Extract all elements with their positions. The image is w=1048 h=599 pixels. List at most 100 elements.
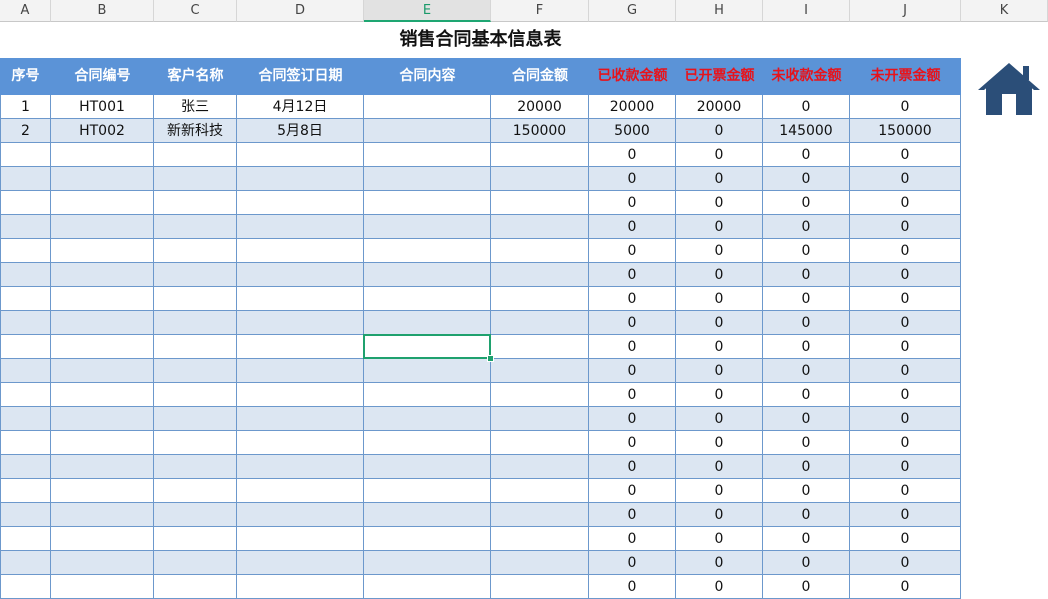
table-cell[interactable]: 0 bbox=[763, 407, 850, 431]
table-cell[interactable]: 0 bbox=[850, 215, 961, 239]
fill-handle[interactable] bbox=[487, 355, 494, 362]
table-cell[interactable]: 2 bbox=[0, 119, 51, 143]
table-cell[interactable]: 0 bbox=[850, 263, 961, 287]
table-cell[interactable] bbox=[0, 479, 51, 503]
table-cell[interactable] bbox=[51, 431, 154, 455]
table-cell[interactable]: 0 bbox=[763, 263, 850, 287]
table-cell[interactable] bbox=[51, 167, 154, 191]
table-cell[interactable] bbox=[237, 551, 364, 575]
table-cell[interactable]: 0 bbox=[850, 167, 961, 191]
header-cell[interactable]: 序号 bbox=[0, 58, 51, 95]
table-cell[interactable] bbox=[51, 383, 154, 407]
sheet-title[interactable]: 销售合同基本信息表 bbox=[0, 22, 961, 58]
table-cell[interactable] bbox=[154, 455, 237, 479]
table-cell[interactable] bbox=[51, 527, 154, 551]
table-cell[interactable] bbox=[364, 215, 491, 239]
table-cell[interactable]: 0 bbox=[850, 191, 961, 215]
table-cell[interactable]: 新新科技 bbox=[154, 119, 237, 143]
header-cell[interactable]: 客户名称 bbox=[154, 58, 237, 95]
column-header-a[interactable]: A bbox=[0, 0, 51, 22]
header-cell[interactable]: 合同签订日期 bbox=[237, 58, 364, 95]
table-cell[interactable]: 0 bbox=[589, 143, 676, 167]
table-cell[interactable] bbox=[154, 503, 237, 527]
table-cell[interactable] bbox=[51, 551, 154, 575]
table-cell[interactable]: 0 bbox=[589, 479, 676, 503]
table-cell[interactable] bbox=[51, 215, 154, 239]
header-cell[interactable]: 合同内容 bbox=[364, 58, 491, 95]
table-cell[interactable]: 0 bbox=[850, 311, 961, 335]
table-cell[interactable]: 0 bbox=[850, 359, 961, 383]
table-cell[interactable] bbox=[364, 383, 491, 407]
table-cell[interactable]: 0 bbox=[676, 383, 763, 407]
table-cell[interactable]: 0 bbox=[850, 527, 961, 551]
table-cell[interactable] bbox=[364, 191, 491, 215]
table-cell[interactable]: 0 bbox=[763, 575, 850, 599]
table-cell[interactable] bbox=[364, 95, 491, 119]
column-header-e[interactable]: E bbox=[364, 0, 491, 22]
table-cell[interactable]: 0 bbox=[589, 167, 676, 191]
table-cell[interactable] bbox=[237, 143, 364, 167]
table-cell[interactable] bbox=[154, 167, 237, 191]
table-cell[interactable] bbox=[237, 575, 364, 599]
table-cell[interactable]: 0 bbox=[676, 287, 763, 311]
column-header-d[interactable]: D bbox=[237, 0, 364, 22]
table-cell[interactable]: 0 bbox=[589, 239, 676, 263]
table-cell[interactable]: 0 bbox=[850, 551, 961, 575]
table-cell[interactable] bbox=[364, 167, 491, 191]
table-cell[interactable]: 0 bbox=[676, 143, 763, 167]
table-cell[interactable] bbox=[237, 359, 364, 383]
table-cell[interactable]: 0 bbox=[676, 311, 763, 335]
table-cell[interactable]: 0 bbox=[763, 503, 850, 527]
table-cell[interactable]: 20000 bbox=[589, 95, 676, 119]
header-cell[interactable]: 已开票金额 bbox=[676, 58, 763, 95]
table-cell[interactable] bbox=[237, 239, 364, 263]
table-cell[interactable]: 0 bbox=[676, 359, 763, 383]
table-cell[interactable]: 0 bbox=[589, 383, 676, 407]
table-cell[interactable] bbox=[154, 191, 237, 215]
table-cell[interactable]: 20000 bbox=[676, 95, 763, 119]
header-cell[interactable]: 未收款金额 bbox=[763, 58, 850, 95]
table-cell[interactable] bbox=[51, 287, 154, 311]
table-cell[interactable]: 0 bbox=[850, 335, 961, 359]
header-cell[interactable]: 合同编号 bbox=[51, 58, 154, 95]
table-cell[interactable] bbox=[364, 479, 491, 503]
column-header-j[interactable]: J bbox=[850, 0, 961, 22]
table-cell[interactable]: 1 bbox=[0, 95, 51, 119]
table-cell[interactable]: 0 bbox=[763, 383, 850, 407]
table-cell[interactable]: 0 bbox=[589, 191, 676, 215]
column-header-g[interactable]: G bbox=[589, 0, 676, 22]
table-cell[interactable]: 0 bbox=[676, 431, 763, 455]
table-cell[interactable]: HT001 bbox=[51, 95, 154, 119]
table-cell[interactable] bbox=[0, 551, 51, 575]
table-cell[interactable]: 0 bbox=[763, 431, 850, 455]
table-cell[interactable] bbox=[491, 335, 589, 359]
table-cell[interactable]: 0 bbox=[676, 215, 763, 239]
table-cell[interactable] bbox=[0, 311, 51, 335]
table-cell[interactable] bbox=[364, 287, 491, 311]
table-cell[interactable]: 0 bbox=[589, 551, 676, 575]
header-cell[interactable]: 未开票金额 bbox=[850, 58, 961, 95]
table-cell[interactable]: 145000 bbox=[763, 119, 850, 143]
table-cell[interactable] bbox=[364, 551, 491, 575]
table-cell[interactable]: 0 bbox=[676, 239, 763, 263]
table-cell[interactable] bbox=[154, 359, 237, 383]
table-cell[interactable]: 5000 bbox=[589, 119, 676, 143]
table-cell[interactable] bbox=[154, 311, 237, 335]
table-cell[interactable] bbox=[237, 263, 364, 287]
table-cell[interactable] bbox=[0, 407, 51, 431]
table-cell[interactable]: 0 bbox=[850, 575, 961, 599]
table-cell[interactable] bbox=[0, 287, 51, 311]
table-cell[interactable] bbox=[0, 455, 51, 479]
table-cell[interactable] bbox=[237, 215, 364, 239]
table-cell[interactable] bbox=[154, 551, 237, 575]
table-cell[interactable] bbox=[364, 503, 491, 527]
table-cell[interactable]: 0 bbox=[676, 407, 763, 431]
table-cell[interactable]: 0 bbox=[850, 479, 961, 503]
table-cell[interactable]: 0 bbox=[676, 503, 763, 527]
table-cell[interactable]: 0 bbox=[589, 311, 676, 335]
table-cell[interactable] bbox=[154, 527, 237, 551]
table-cell[interactable] bbox=[364, 575, 491, 599]
column-header-c[interactable]: C bbox=[154, 0, 237, 22]
table-cell[interactable] bbox=[51, 407, 154, 431]
table-cell[interactable] bbox=[154, 407, 237, 431]
